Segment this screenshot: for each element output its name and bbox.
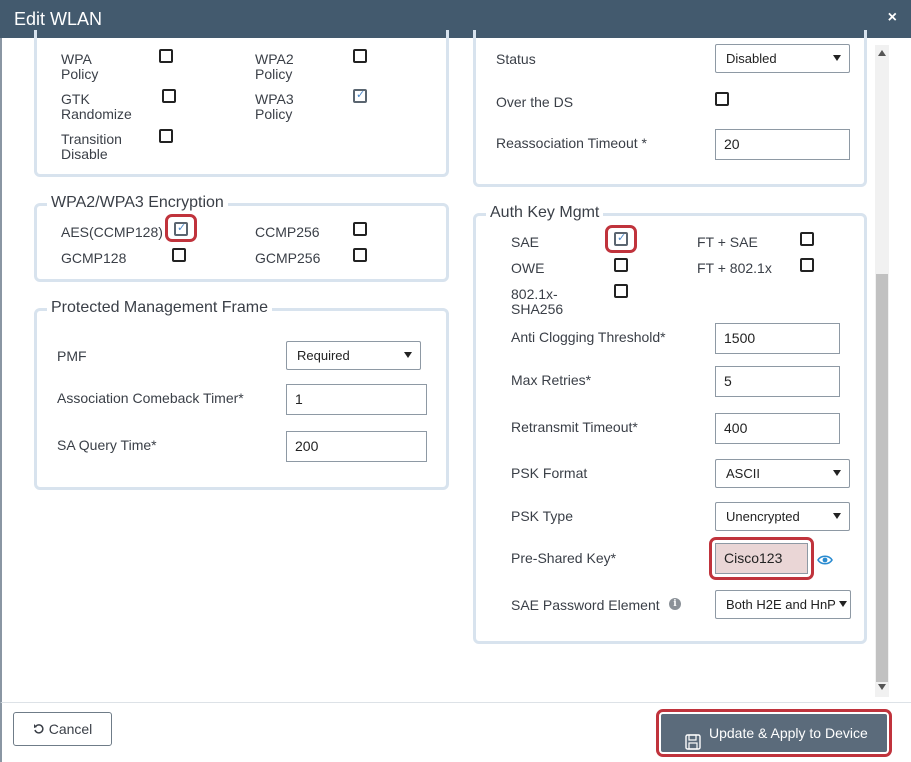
wpa3-policy-label: WPA3 Policy bbox=[255, 91, 294, 122]
pmf-select-value: Required bbox=[297, 348, 350, 363]
cancel-button[interactable]: Cancel bbox=[13, 712, 112, 746]
transition-disable-checkbox[interactable] bbox=[159, 129, 173, 143]
ft-sae-label: FT + SAE bbox=[697, 234, 758, 250]
cancel-button-label: Cancel bbox=[48, 721, 93, 737]
sae-pwe-select[interactable]: Both H2E and HnP bbox=[715, 590, 851, 619]
psk-type-value: Unencrypted bbox=[726, 509, 800, 524]
comeback-timer-input[interactable]: 1 bbox=[286, 384, 427, 415]
psk-type-label: PSK Type bbox=[511, 508, 574, 524]
psk-format-select[interactable]: ASCII bbox=[715, 459, 850, 488]
gtk-randomize-label: GTK Randomize bbox=[61, 91, 132, 122]
pmf-label: PMF bbox=[57, 348, 87, 364]
max-retries-label: Max Retries* bbox=[511, 372, 592, 388]
sae-pwe-label: SAE Password Element bbox=[511, 597, 660, 613]
encryption-legend: WPA2/WPA3 Encryption bbox=[47, 194, 228, 212]
akm-legend: Auth Key Mgmt bbox=[486, 204, 604, 222]
ccmp256-label: CCMP256 bbox=[255, 224, 320, 240]
gtk-randomize-checkbox[interactable] bbox=[162, 89, 176, 103]
anti-clogging-input[interactable]: 1500 bbox=[715, 323, 840, 354]
ft-8021x-label: FT + 802.1x bbox=[697, 260, 772, 276]
anti-clogging-label: Anti Clogging Threshold* bbox=[511, 329, 666, 345]
chevron-down-icon bbox=[839, 601, 847, 607]
ft-8021x-checkbox[interactable] bbox=[800, 258, 814, 272]
ft-sae-checkbox[interactable] bbox=[800, 232, 814, 246]
ccmp256-checkbox[interactable] bbox=[353, 222, 367, 236]
wpa2-policy-label: WPA2 Policy bbox=[255, 51, 294, 82]
reassoc-timeout-input[interactable]: 20 bbox=[715, 129, 850, 160]
sa-query-time-label: SA Query Time* bbox=[57, 437, 157, 453]
gcmp128-checkbox[interactable] bbox=[172, 248, 186, 262]
dot1x-sha256-checkbox[interactable] bbox=[614, 284, 628, 298]
reassoc-timeout-label: Reassociation Timeout * bbox=[496, 135, 647, 151]
sae-pwe-value: Both H2E and HnP bbox=[726, 597, 836, 612]
sae-label: SAE bbox=[511, 234, 540, 250]
encryption-fieldset: WPA2/WPA3 Encryption bbox=[34, 194, 449, 282]
undo-icon bbox=[33, 713, 45, 745]
scroll-down-icon[interactable] bbox=[878, 684, 886, 690]
comeback-timer-label: Association Comeback Timer* bbox=[57, 390, 244, 406]
sa-query-time-input[interactable]: 200 bbox=[286, 431, 427, 462]
close-icon[interactable]: × bbox=[888, 9, 897, 27]
info-icon[interactable]: i bbox=[669, 598, 681, 610]
eye-icon[interactable] bbox=[817, 553, 833, 565]
psk-type-select[interactable]: Unencrypted bbox=[715, 502, 850, 531]
dot1x-sha256-label: 802.1x- SHA256 bbox=[511, 286, 564, 317]
pmf-legend: Protected Management Frame bbox=[47, 299, 272, 317]
scrollbar-thumb[interactable] bbox=[876, 274, 888, 682]
transition-disable-label: Transition Disable bbox=[61, 131, 122, 162]
psk-format-value: ASCII bbox=[726, 466, 760, 481]
gcmp256-label: GCMP256 bbox=[255, 250, 321, 266]
gcmp128-label: GCMP128 bbox=[61, 250, 127, 266]
wpa3-policy-checkbox[interactable] bbox=[353, 88, 367, 103]
dialog-title: Edit WLAN bbox=[14, 9, 103, 29]
chevron-down-icon bbox=[833, 470, 841, 476]
sae-checkbox[interactable] bbox=[614, 231, 628, 246]
wpa-policy-checkbox[interactable] bbox=[159, 49, 173, 63]
wpa-policy-label: WPA Policy bbox=[61, 51, 99, 82]
over-ds-checkbox[interactable] bbox=[715, 92, 729, 106]
owe-checkbox[interactable] bbox=[614, 258, 628, 272]
scroll-up-icon[interactable] bbox=[878, 50, 886, 56]
over-ds-label: Over the DS bbox=[496, 94, 574, 110]
gcmp256-checkbox[interactable] bbox=[353, 248, 367, 262]
aes-checkbox[interactable] bbox=[174, 221, 188, 236]
chevron-down-icon bbox=[404, 352, 412, 358]
chevron-down-icon bbox=[833, 55, 841, 61]
ft-status-select[interactable]: Disabled bbox=[715, 44, 850, 73]
chevron-down-icon bbox=[833, 513, 841, 519]
retransmit-timeout-input[interactable]: 400 bbox=[715, 413, 840, 444]
aes-label: AES(CCMP128) bbox=[61, 224, 163, 240]
retransmit-timeout-label: Retransmit Timeout* bbox=[511, 419, 638, 435]
psk-format-label: PSK Format bbox=[511, 465, 588, 481]
max-retries-input[interactable]: 5 bbox=[715, 366, 840, 397]
psk-input[interactable]: Cisco123 bbox=[715, 543, 808, 574]
ft-status-value: Disabled bbox=[726, 51, 777, 66]
wpa2-policy-checkbox[interactable] bbox=[353, 49, 367, 63]
pmf-select[interactable]: Required bbox=[286, 341, 421, 370]
owe-label: OWE bbox=[511, 260, 545, 276]
apply-highlight bbox=[656, 709, 892, 757]
ft-status-label: Status bbox=[496, 51, 536, 67]
psk-label: Pre-Shared Key* bbox=[511, 550, 617, 566]
